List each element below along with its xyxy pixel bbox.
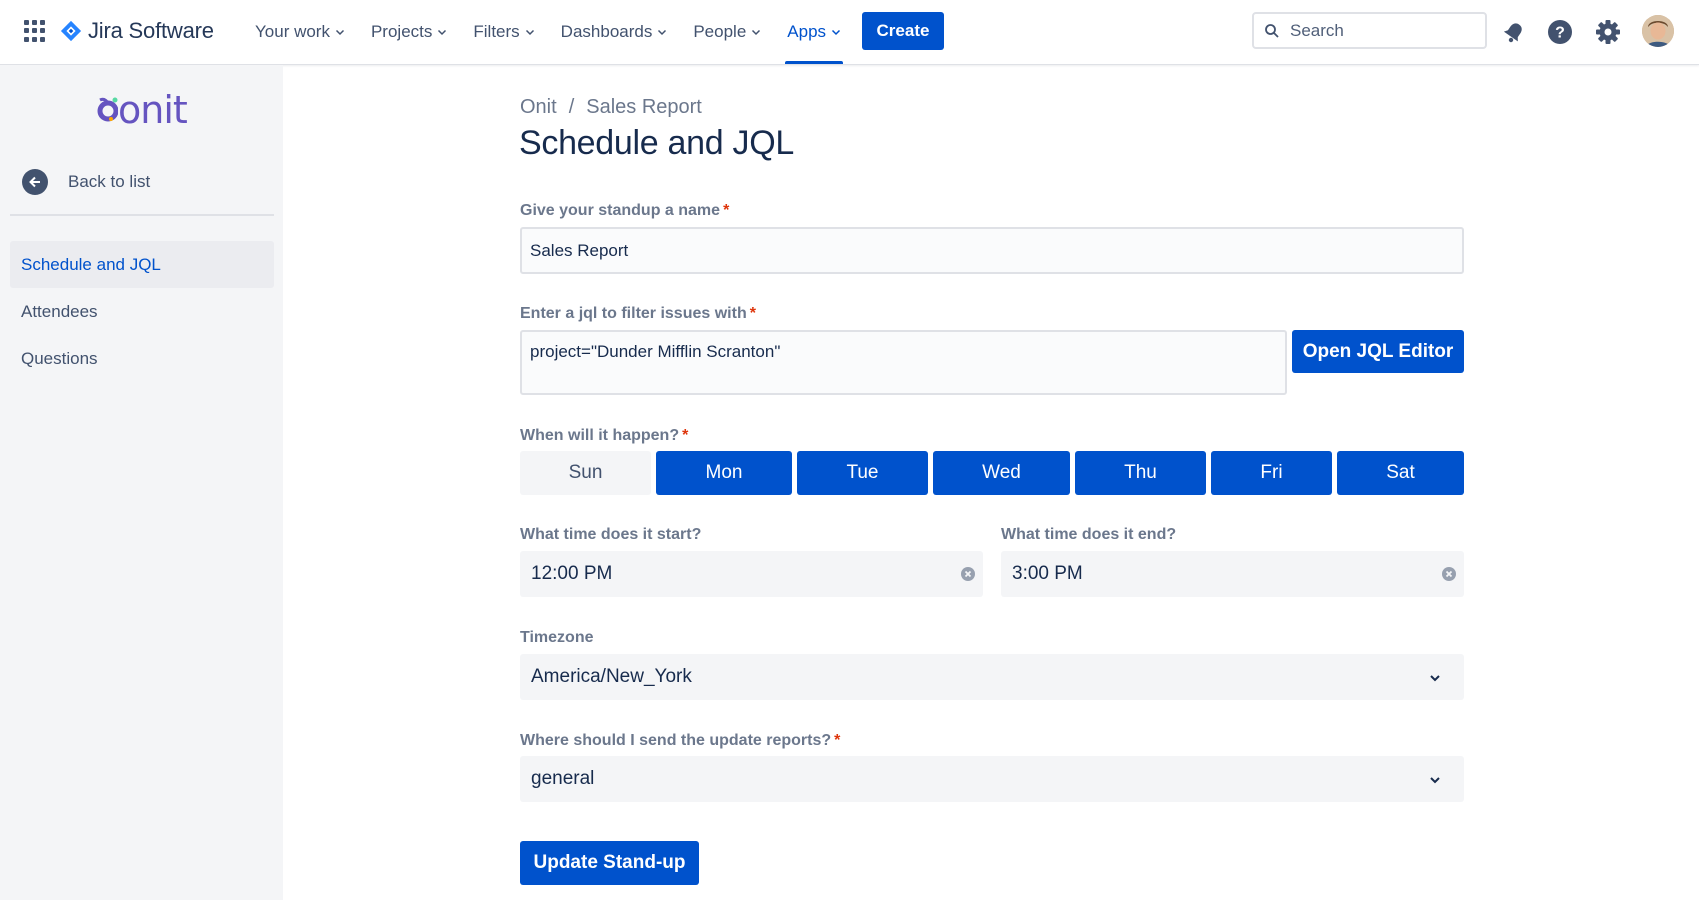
avatar-image — [1642, 15, 1674, 47]
required-asterisk: * — [723, 202, 730, 219]
breadcrumb-item-onit[interactable]: Onit — [520, 96, 557, 119]
nav-label: Filters — [473, 22, 520, 41]
jql-label-text: Enter a jql to filter issues with — [520, 305, 747, 322]
required-asterisk: * — [682, 427, 689, 444]
app-name: Jira Software — [88, 18, 214, 43]
back-to-list-link[interactable]: Back to list — [22, 169, 150, 195]
name-label: Give your standup a name * — [520, 202, 729, 220]
nav-people[interactable]: People — [683, 0, 771, 64]
nav-your-work[interactable]: Your work — [245, 0, 355, 64]
day-toggle-thu[interactable]: Thu — [1075, 451, 1206, 495]
chevron-down-icon — [658, 29, 667, 36]
required-asterisk: * — [749, 305, 756, 322]
breadcrumb: Onit / Sales Report — [520, 96, 702, 119]
chevron-down-icon — [752, 29, 761, 36]
back-label: Back to list — [68, 172, 151, 191]
breadcrumb-item-current[interactable]: Sales Report — [586, 96, 702, 119]
notifications-icon[interactable] — [1500, 18, 1528, 46]
svg-text:?: ? — [1555, 25, 1565, 42]
primary-nav: Your work Projects Filters Dashboards Pe… — [245, 0, 857, 64]
name-label-text: Give your standup a name — [520, 202, 721, 219]
nav-apps[interactable]: Apps — [777, 0, 851, 64]
end-time-picker[interactable]: 3:00 PM — [1001, 551, 1464, 597]
nav-label: Apps — [787, 22, 827, 41]
sidebar-divider — [10, 214, 274, 216]
chevron-down-icon — [1430, 777, 1440, 784]
create-button[interactable]: Create — [862, 12, 944, 50]
chevron-down-icon — [525, 29, 534, 36]
channel-value: general — [531, 768, 595, 789]
onit-logo-icon — [97, 97, 118, 122]
start-time-value: 12:00 PM — [531, 563, 613, 584]
sidebar-item-schedule-and-jql[interactable]: Schedule and JQL — [10, 241, 274, 288]
end-time-label: What time does it end? — [1001, 526, 1177, 543]
clear-icon[interactable] — [1441, 566, 1457, 582]
channel-select[interactable]: general — [520, 756, 1464, 802]
nav-label: Projects — [370, 22, 433, 41]
help-icon[interactable]: ? — [1546, 18, 1574, 46]
sidebar: onit Back to list Schedule and JQL Atten… — [0, 65, 283, 900]
standup-name-input[interactable] — [520, 227, 1464, 274]
search-box[interactable] — [1252, 12, 1487, 49]
day-toggle-sat[interactable]: Sat — [1337, 451, 1464, 495]
jira-logo-icon — [60, 20, 82, 42]
day-toggle-tue[interactable]: Tue — [797, 451, 928, 495]
timezone-label: Timezone — [520, 629, 594, 646]
nav-label: Dashboards — [560, 22, 653, 41]
jql-input[interactable]: project="Dunder Mifflin Scranton" — [520, 330, 1287, 395]
required-asterisk: * — [834, 732, 841, 749]
page-title: Schedule and JQL — [519, 124, 794, 162]
day-toggle-fri[interactable]: Fri — [1211, 451, 1332, 495]
start-time-picker[interactable]: 12:00 PM — [520, 551, 983, 597]
nav-label: People — [693, 22, 747, 41]
nav-dashboards[interactable]: Dashboards — [551, 0, 678, 64]
nav-label: Your work — [255, 22, 330, 41]
schedule-label: When will it happen? * — [520, 427, 688, 445]
clear-icon[interactable] — [960, 566, 976, 582]
sidebar-item-questions[interactable]: Questions — [10, 335, 274, 382]
end-time-value: 3:00 PM — [1012, 563, 1083, 584]
channel-label: Where should I send the update reports? * — [520, 732, 840, 750]
breadcrumb-separator: / — [568, 96, 575, 118]
day-toggle-wed[interactable]: Wed — [933, 451, 1070, 495]
channel-label-text: Where should I send the update reports? — [520, 732, 832, 749]
app-switcher-icon[interactable] — [24, 20, 46, 42]
timezone-select[interactable]: America/New_York — [520, 654, 1464, 700]
settings-icon[interactable] — [1594, 18, 1622, 46]
chevron-down-icon — [335, 29, 344, 36]
jql-label: Enter a jql to filter issues with * — [520, 305, 756, 323]
avatar[interactable] — [1642, 15, 1674, 47]
sidebar-item-attendees[interactable]: Attendees — [10, 288, 274, 335]
sidebar-item-label: Questions — [21, 348, 98, 368]
search-input[interactable] — [1290, 20, 1470, 41]
chevron-down-icon — [438, 29, 447, 36]
day-toggle-mon[interactable]: Mon — [656, 451, 792, 495]
arrow-left-icon — [22, 169, 48, 195]
top-navigation: Jira Software Your work Projects Filters… — [0, 0, 1699, 65]
jira-logo[interactable]: Jira Software — [60, 16, 214, 46]
onit-logo: onit — [96, 88, 188, 132]
nav-filters[interactable]: Filters — [463, 0, 544, 64]
sidebar-item-label: Schedule and JQL — [21, 254, 161, 274]
timezone-value: America/New_York — [531, 666, 692, 687]
brand-name: onit — [118, 88, 188, 132]
chevron-down-icon — [832, 29, 841, 36]
sidebar-item-label: Attendees — [21, 301, 98, 321]
open-jql-editor-button[interactable]: Open JQL Editor — [1292, 330, 1464, 373]
search-icon — [1265, 23, 1279, 38]
nav-projects[interactable]: Projects — [361, 0, 457, 64]
schedule-label-text: When will it happen? — [520, 427, 680, 444]
start-time-label: What time does it start? — [520, 526, 702, 543]
chevron-down-icon — [1430, 675, 1440, 682]
update-standup-button[interactable]: Update Stand-up — [520, 841, 699, 885]
day-toggle-sun[interactable]: Sun — [520, 451, 651, 495]
